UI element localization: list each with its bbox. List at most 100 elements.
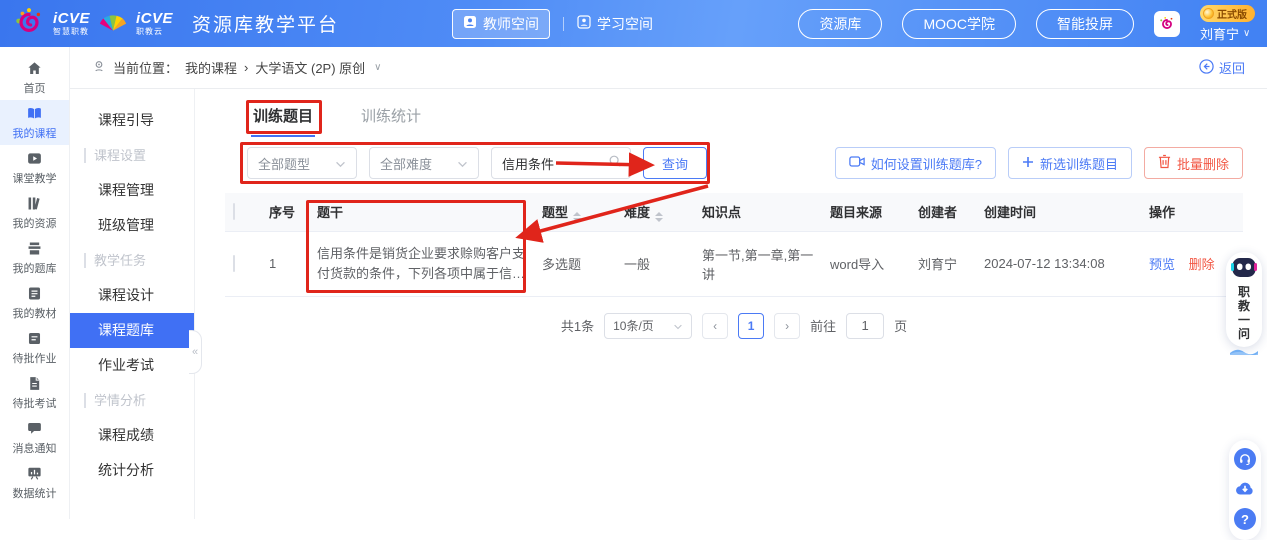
page-number-1[interactable]: 1 — [738, 313, 764, 339]
license-badge: 正式版 — [1200, 5, 1255, 22]
help-setup-button[interactable]: 如何设置训练题库? — [835, 147, 996, 179]
badge-label: 正式版 — [1217, 6, 1247, 21]
tab-training-statistics[interactable]: 训练统计 — [359, 101, 423, 137]
sidebar-item-label: 待批考试 — [13, 395, 57, 411]
chevron-down-icon — [335, 156, 346, 171]
add-training-questions-button[interactable]: 新选训练题目 — [1008, 147, 1132, 179]
breadcrumb-current[interactable]: 大学语文 (2P) 原创 — [255, 58, 365, 77]
sidebar-item-label: 首页 — [24, 80, 46, 96]
sidebar-item-homework-to-review[interactable]: 待批作业 — [0, 325, 69, 370]
cell-knowledge: 第一节,第一章,第一讲 — [694, 231, 822, 296]
plus-icon — [1022, 156, 1034, 171]
col-header-created-at: 创建时间 — [976, 193, 1141, 231]
space-switcher: 教师空间 学习空间 — [452, 0, 653, 47]
customer-service-button[interactable] — [1234, 448, 1256, 470]
user-menu[interactable]: 正式版 刘育宁 ∨ — [1200, 5, 1255, 43]
breadcrumb: 当前位置： 我的课程 › 大学语文 (2P) 原创 ∨ — [92, 58, 382, 77]
nav-smart-casting[interactable]: 智能投屏 — [1036, 9, 1134, 39]
question-table: 序号 题干 题型 难度 知识点 题目来源 创建者 创建时间 操作 1 信用条件是… — [225, 193, 1243, 297]
preview-link[interactable]: 预览 — [1149, 257, 1175, 272]
query-button[interactable]: 查询 — [643, 147, 707, 179]
select-value: 全部难度 — [380, 154, 432, 173]
menu-item-homework-exams[interactable]: 作业考试 — [70, 348, 194, 383]
brand-text: iCVE — [136, 11, 173, 26]
sidebar-item-label: 我的题库 — [13, 260, 57, 276]
page-size-value: 10条/页 — [613, 317, 654, 334]
sidebar-item-data-statistics[interactable]: 数据统计 — [0, 460, 69, 505]
help-button[interactable]: ? — [1234, 508, 1256, 530]
sidebar-item-label: 待批作业 — [13, 350, 57, 366]
assistant-label: 职 教 一 问 — [1238, 285, 1250, 341]
header-right: 资源库 MOOC学院 智能投屏 正式版 刘育宁 ∨ — [798, 0, 1255, 47]
next-page-button[interactable]: › — [774, 313, 800, 339]
goto-page-input[interactable] — [846, 313, 884, 339]
page-size-select[interactable]: 10条/页 — [604, 313, 692, 339]
robot-icon — [1231, 256, 1257, 283]
menu-item-course-question-bank[interactable]: 课程题库 — [70, 313, 194, 348]
sidebar-item-label: 消息通知 — [13, 440, 57, 456]
sidebar-item-classroom-teaching[interactable]: 课堂教学 — [0, 145, 69, 190]
breadcrumb-bar: 当前位置： 我的课程 › 大学语文 (2P) 原创 ∨ 返回 — [70, 47, 1267, 89]
sidebar-item-home[interactable]: 首页 — [0, 55, 69, 100]
sidebar-item-exams-to-review[interactable]: 待批考试 — [0, 370, 69, 415]
sidebar-item-my-textbooks[interactable]: 我的教材 — [0, 280, 69, 325]
breadcrumb-parent[interactable]: 我的课程 — [185, 58, 237, 77]
sort-icon[interactable] — [573, 212, 581, 222]
col-header-creator: 创建者 — [910, 193, 976, 231]
row-checkbox[interactable] — [233, 255, 235, 272]
platform-title: 资源库教学平台 — [192, 10, 339, 37]
location-pin-icon — [92, 59, 106, 76]
chevron-down-icon — [673, 319, 683, 333]
menu-item-statistical-analysis[interactable]: 统计分析 — [70, 453, 194, 488]
search-input[interactable] — [502, 156, 608, 171]
search-icon — [608, 154, 622, 173]
select-all-checkbox[interactable] — [233, 203, 235, 220]
batch-delete-button[interactable]: 批量删除 — [1144, 147, 1243, 179]
nav-resource-library[interactable]: 资源库 — [798, 9, 882, 39]
zjy-brand: iCVE 职教云 — [136, 11, 173, 36]
sidebar-item-my-question-bank[interactable]: 我的题库 — [0, 235, 69, 280]
cell-difficulty: 一般 — [616, 231, 694, 296]
tab-training-questions[interactable]: 训练题目 — [251, 101, 315, 137]
prev-page-button[interactable]: ‹ — [702, 313, 728, 339]
download-button[interactable] — [1233, 478, 1257, 500]
question-type-select[interactable]: 全部题型 — [247, 147, 357, 179]
col-header-knowledge: 知识点 — [694, 193, 822, 231]
sidebar-item-my-courses[interactable]: 我的课程 — [0, 100, 69, 145]
menu-item-course-design[interactable]: 课程设计 — [70, 278, 194, 313]
sidebar-item-my-resources[interactable]: 我的资源 — [0, 190, 69, 235]
back-button[interactable]: 返回 — [1199, 58, 1245, 77]
brand-tagline: 智慧职教 — [53, 28, 90, 36]
pagination: 共1条 10条/页 ‹ 1 › 前往 页 — [225, 313, 1243, 339]
icve-brand: iCVE 智慧职教 — [53, 11, 90, 36]
col-header-number: 序号 — [261, 193, 309, 231]
filter-controls: 全部题型 全部难度 查询 — [247, 147, 707, 179]
menu-item-course-grades[interactable]: 课程成绩 — [70, 418, 194, 453]
zhijiao-assistant-widget[interactable]: 职 教 一 问 — [1226, 252, 1262, 347]
sidebar-item-label: 我的资源 — [13, 215, 57, 231]
menu-item-class-management[interactable]: 班级管理 — [70, 208, 194, 243]
icon-sidebar: 首页 我的课程 课堂教学 我的资源 我的题库 我的教材 待批作业 待批考试 消息… — [0, 47, 70, 519]
learning-space-icon — [577, 15, 591, 32]
content-tabs: 训练题目 训练统计 — [251, 101, 1243, 137]
delete-link[interactable]: 删除 — [1189, 257, 1215, 272]
sidebar-item-more-apps[interactable] — [0, 505, 69, 519]
sidebar-collapse-handle[interactable]: « — [189, 330, 202, 374]
col-header-difficulty[interactable]: 难度 — [616, 193, 694, 231]
divider — [563, 17, 564, 31]
nav-mooc-academy[interactable]: MOOC学院 — [902, 9, 1016, 39]
keyword-search-box — [491, 147, 631, 179]
sidebar-item-message-notifications[interactable]: 消息通知 — [0, 415, 69, 460]
icve-swirl-logo-icon — [14, 6, 44, 41]
tab-learning-space[interactable]: 学习空间 — [577, 14, 653, 34]
sort-icon[interactable] — [655, 212, 663, 222]
page-unit-label: 页 — [894, 316, 907, 335]
col-header-type[interactable]: 题型 — [534, 193, 616, 231]
menu-item-course-management[interactable]: 课程管理 — [70, 173, 194, 208]
app-launcher-icon[interactable] — [1154, 11, 1180, 37]
chevron-down-icon[interactable]: ∨ — [374, 62, 381, 73]
menu-item-course-guide[interactable]: 课程引导 — [70, 103, 194, 138]
tab-teacher-space[interactable]: 教师空间 — [452, 9, 550, 39]
difficulty-select[interactable]: 全部难度 — [369, 147, 479, 179]
total-count: 共1条 — [561, 316, 594, 335]
